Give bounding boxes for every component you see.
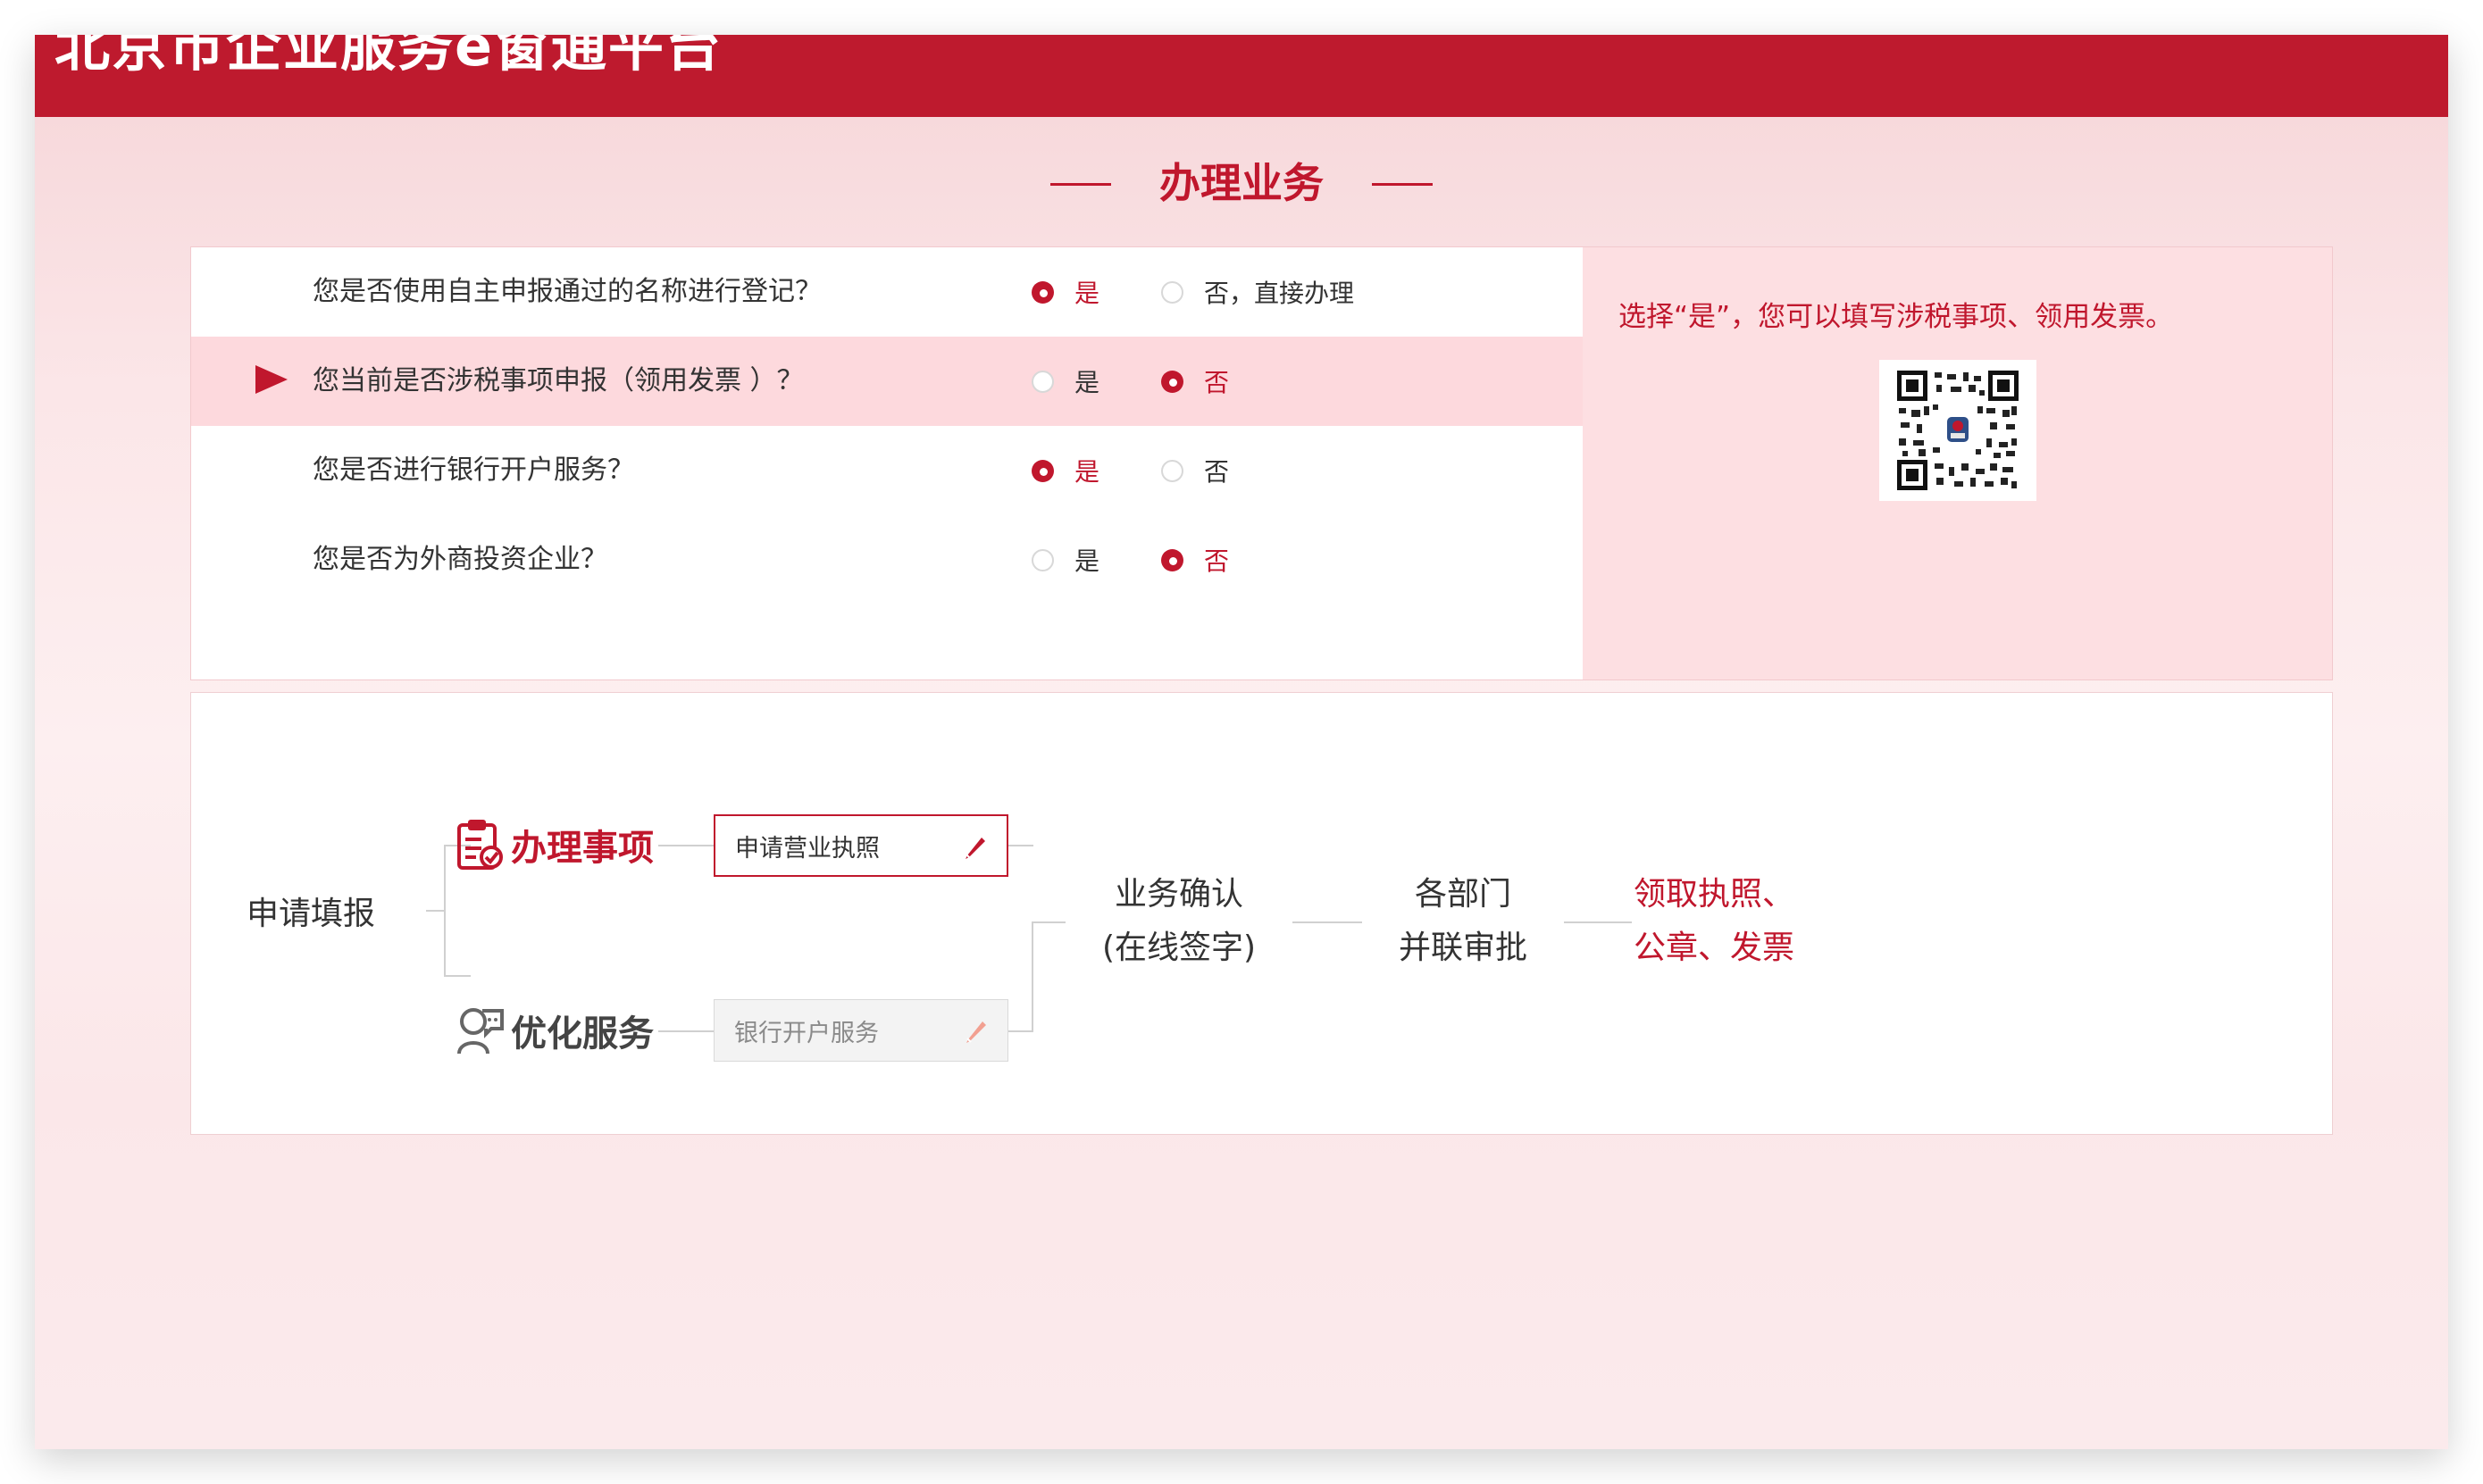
radio-icon[interactable] [1032, 370, 1054, 393]
option-yes[interactable]: 是 [1032, 515, 1099, 604]
question-text: 您当前是否涉税事项申报（领用发票 ）？ [313, 365, 804, 396]
connector-optimize-input [658, 1030, 714, 1032]
option-label: 是 [1074, 457, 1100, 487]
tip-panel: 选择“是”，您可以填写涉税事项、领用发票。 [1583, 247, 2332, 679]
option-no[interactable]: 否 [1161, 337, 1229, 426]
connector-merge [1032, 921, 1066, 923]
radio-icon[interactable] [1161, 459, 1183, 482]
option-no[interactable]: 否 [1161, 426, 1229, 515]
pencil-icon[interactable] [962, 834, 989, 861]
process-card: 申请填报 办理事项 优化服务 申请营业执照 银行开户服务 业务确认 (在线签字)… [190, 692, 2333, 1135]
radio-icon[interactable] [1032, 548, 1054, 571]
step-approval: 各部门 并联审批 [1364, 868, 1562, 975]
step-confirm-line1: 业务确认 [1114, 876, 1243, 913]
optimize-item-input[interactable]: 银行开户服务 [714, 999, 1008, 1062]
step-approval-line2: 并联审批 [1398, 930, 1527, 966]
browser-window: 北京市企业服务e窗通平台 办理业务 您是否使用自主申报通过的名称进行登记？ 是 … [35, 35, 2448, 1449]
branch-optimize: 优化服务 [456, 1004, 654, 1057]
questions-card: 您是否使用自主申报通过的名称进行登记？ 是 否，直接办理 您当前是否涉税事项申报… [190, 246, 2333, 680]
radio-icon[interactable] [1161, 280, 1183, 304]
section-title-text: 办理业务 [1159, 159, 1324, 207]
option-label: 否 [1204, 457, 1230, 487]
optimize-item-value: 银行开户服务 [734, 1019, 879, 1047]
connector-optimize-out [1008, 1030, 1033, 1032]
question-row: 您是否为外商投资企业？ 是 否 [191, 515, 1583, 604]
title-rule-left [1050, 183, 1111, 186]
question-row: 您是否使用自主申报通过的名称进行登记？ 是 否，直接办理 [191, 247, 1583, 337]
option-yes[interactable]: 是 [1032, 426, 1099, 515]
radio-icon[interactable] [1032, 280, 1054, 304]
tip-text: 选择“是”，您可以填写涉税事项、领用发票。 [1618, 301, 2174, 333]
option-label: 否 [1204, 546, 1230, 576]
section-title-wrap: 办理业务 [35, 151, 2448, 215]
option-no[interactable]: 否 [1161, 515, 1229, 604]
qr-code-graphic [1897, 371, 2019, 490]
step-confirm-line2: (在线签字) [1101, 930, 1257, 966]
connector-step2-step3 [1564, 921, 1632, 923]
optimize-label: 优化服务 [511, 1013, 654, 1055]
connector-root [426, 910, 444, 912]
branch-handle: 办理事项 [456, 818, 654, 871]
question-text: 您是否为外商投资企业？ [313, 544, 607, 575]
radio-icon[interactable] [1161, 548, 1183, 571]
root-label: 申请填报 [247, 896, 376, 932]
option-label: 是 [1074, 368, 1100, 397]
option-label: 是 [1074, 279, 1100, 308]
option-no[interactable]: 否，直接办理 [1161, 247, 1354, 337]
step-approval-line1: 各部门 [1414, 876, 1511, 913]
connector-branch-vertical [444, 845, 446, 977]
connector-handle-input [658, 845, 714, 846]
option-label: 否 [1204, 368, 1230, 397]
people-service-icon [457, 1008, 504, 1055]
handle-item-input[interactable]: 申请营业执照 [714, 814, 1008, 877]
radio-icon[interactable] [1032, 459, 1054, 482]
pencil-icon[interactable] [963, 1018, 990, 1045]
step-confirm: 业务确认 (在线签字) [1067, 868, 1291, 975]
platform-title: 北京市企业服务e窗通平台 [54, 35, 723, 79]
connector-merge-vertical [1032, 921, 1033, 1032]
option-label: 否，直接办理 [1204, 279, 1355, 308]
option-label: 是 [1074, 546, 1100, 576]
connector-step1-step2 [1292, 921, 1362, 923]
question-row: 您是否进行银行开户服务？ 是 否 [191, 426, 1583, 515]
radio-icon[interactable] [1161, 370, 1183, 393]
handle-item-value: 申请营业执照 [735, 834, 880, 863]
step-collect: 领取执照、 公章、发票 [1634, 868, 1866, 975]
section-title: 办理业务 [1050, 151, 1433, 215]
qr-code-icon [1879, 360, 2036, 501]
step-collect-line1: 领取执照、 [1634, 876, 1795, 913]
option-yes[interactable]: 是 [1032, 247, 1099, 337]
title-rule-right [1372, 183, 1433, 186]
question-text: 您是否使用自主申报通过的名称进行登记？ [313, 276, 822, 307]
arrow-right-icon [255, 365, 288, 394]
question-text: 您是否进行银行开户服务？ [313, 454, 634, 486]
handle-label: 办理事项 [511, 828, 654, 869]
option-yes[interactable]: 是 [1032, 337, 1099, 426]
clipboard-check-icon [457, 820, 503, 870]
connector-branch-bottom [444, 975, 471, 977]
header-bar: 北京市企业服务e窗通平台 [35, 35, 2448, 117]
connector-handle-out [1008, 845, 1033, 846]
question-row-active: 您当前是否涉税事项申报（领用发票 ）？ 是 否 [191, 337, 1583, 426]
step-collect-line2: 公章、发票 [1634, 930, 1795, 966]
